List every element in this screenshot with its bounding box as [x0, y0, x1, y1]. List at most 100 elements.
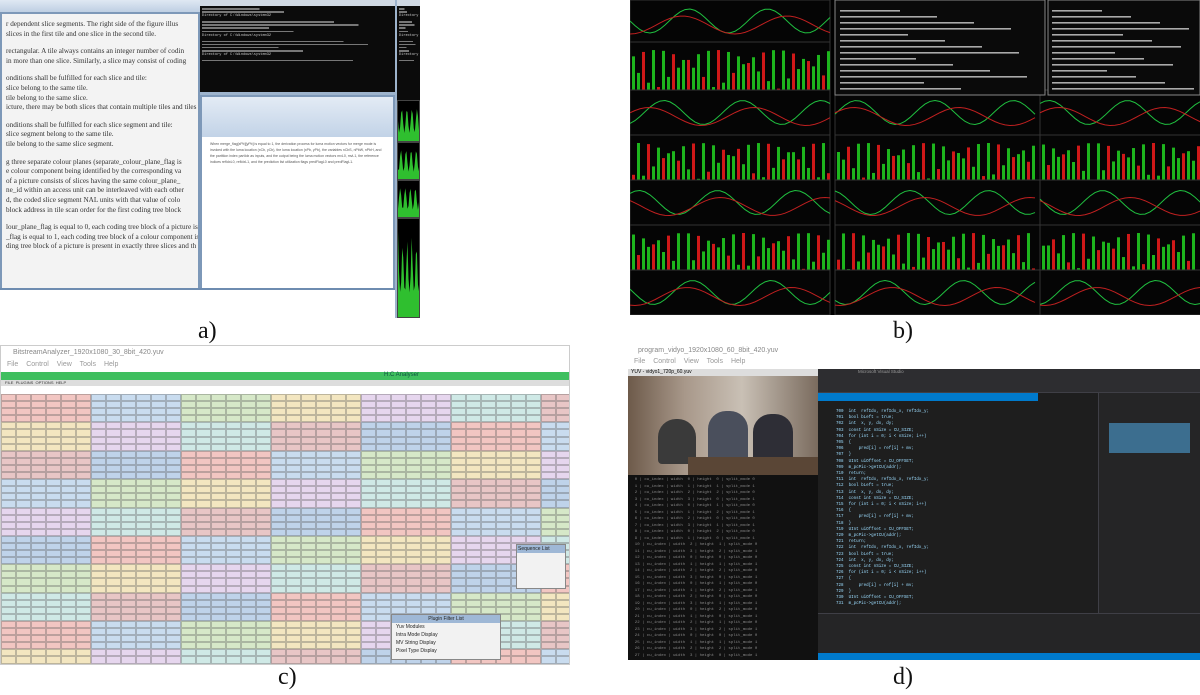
- menu-tools[interactable]: Tools: [707, 358, 723, 365]
- coding-unit-cell: [121, 642, 136, 650]
- coding-unit-cell: [256, 514, 271, 522]
- coding-unit-cell: [451, 422, 466, 430]
- volume-bar: [1057, 253, 1060, 270]
- submenu-file[interactable]: FILE: [5, 380, 13, 385]
- menu-control[interactable]: Control: [26, 361, 49, 368]
- coding-unit-cell: [481, 486, 496, 494]
- menu-view[interactable]: View: [684, 358, 699, 365]
- coding-unit-cell: [211, 542, 226, 551]
- coding-unit-cell: [391, 500, 406, 508]
- coding-unit-cell: [256, 613, 271, 621]
- coding-unit-cell: [421, 606, 436, 614]
- plugin-item[interactable]: MV String Display: [392, 639, 500, 647]
- coding-unit-cell: [106, 464, 121, 473]
- code-editor: 700 int refIdx, refIdx_x, refIdx_y; 701 …: [836, 410, 929, 607]
- coding-unit-cell: [331, 613, 346, 621]
- submenu-options[interactable]: OPTIONS: [35, 380, 53, 385]
- menu-tools[interactable]: Tools: [80, 361, 96, 368]
- coding-unit-cell: [181, 564, 196, 572]
- coding-unit-cell: [361, 394, 376, 402]
- coding-unit-cell: [76, 429, 91, 437]
- coding-unit-cell: [151, 408, 166, 416]
- coding-unit-cell: [16, 628, 31, 636]
- coding-unit-cell: [136, 401, 151, 409]
- coding-unit-cell: [391, 521, 406, 529]
- volume-bar: [792, 53, 795, 90]
- menu-help[interactable]: Help: [104, 361, 118, 368]
- coding-unit-cell: [496, 528, 511, 536]
- coding-unit-cell: [211, 642, 226, 650]
- coding-unit-cell: [106, 528, 121, 536]
- coding-unit-cell: [61, 542, 76, 551]
- plugin-item[interactable]: Yuv Modules: [392, 623, 500, 631]
- coding-unit-cell: [436, 585, 451, 593]
- coding-unit-cell: [106, 564, 121, 572]
- coding-unit-cell: [556, 649, 569, 657]
- coding-unit-cell: [526, 457, 541, 465]
- coding-unit-cell: [526, 394, 541, 402]
- coding-unit-cell: [376, 408, 391, 416]
- volume-bar: [997, 144, 1000, 180]
- plugin-item[interactable]: Pixel Type Display: [392, 647, 500, 655]
- chart-pane: [1039, 179, 1200, 226]
- volume-bar: [837, 151, 840, 180]
- coding-unit-cell: [61, 642, 76, 650]
- coding-unit-cell: [226, 486, 241, 494]
- coding-unit-cell: [466, 464, 481, 473]
- coding-unit-cell: [46, 571, 61, 579]
- coding-unit-cell: [241, 621, 256, 629]
- coding-unit-cell: [436, 542, 451, 551]
- volume-bar: [637, 143, 640, 180]
- coding-unit-cell: [31, 557, 46, 565]
- coding-unit-cell: [181, 486, 196, 494]
- volume-bar: [962, 158, 965, 180]
- coding-unit-cell: [166, 571, 181, 579]
- coding-unit-cell: [451, 571, 466, 579]
- coding-unit-cell: [211, 571, 226, 579]
- coding-unit-cell: [91, 514, 106, 522]
- coding-unit-cell: [76, 436, 91, 444]
- coding-unit-cell: [211, 528, 226, 536]
- coding-unit-cell: [181, 528, 196, 536]
- coding-unit-cell: [256, 394, 271, 402]
- console-line: [399, 8, 418, 10]
- coding-unit-cell: [31, 621, 46, 629]
- coding-unit-cell: [106, 557, 121, 565]
- coding-unit-cell: [76, 457, 91, 465]
- coding-unit-cell: [541, 472, 556, 480]
- coding-unit-cell: [391, 479, 406, 487]
- coding-unit-cell: [421, 436, 436, 444]
- menu-view[interactable]: View: [57, 361, 72, 368]
- coding-unit-cell: [376, 521, 391, 529]
- coding-unit-cell: [391, 578, 406, 586]
- coding-unit-cell: [301, 571, 316, 579]
- menu-file[interactable]: File: [7, 361, 18, 368]
- coding-unit-cell: [421, 592, 436, 600]
- volume-bar: [992, 239, 995, 270]
- volume-bar: [972, 166, 975, 180]
- volume-bar: [1012, 157, 1015, 180]
- submenu-help[interactable]: HELP: [56, 380, 66, 385]
- console-line: [840, 76, 1027, 78]
- editor-tab[interactable]: [818, 393, 1038, 401]
- coding-unit-cell: [406, 599, 421, 607]
- coding-unit-cell: [361, 443, 376, 451]
- console-line: Directory of C:\Windows\system32: [399, 53, 420, 58]
- volume-bar: [1127, 233, 1130, 270]
- coding-unit-cell: [136, 493, 151, 501]
- console-line: [1052, 70, 1107, 72]
- volume-bar: [1112, 161, 1115, 180]
- volume-bar: [1072, 162, 1075, 180]
- submenu-plugins[interactable]: PLUGINS: [16, 380, 34, 385]
- coding-unit-cell: [241, 656, 256, 664]
- coding-unit-cell: [301, 613, 316, 621]
- coding-unit-cell: [46, 408, 61, 416]
- menu-control[interactable]: Control: [653, 358, 676, 365]
- menu-help[interactable]: Help: [731, 358, 745, 365]
- coding-unit-cell: [391, 606, 406, 614]
- coding-unit-cell: [286, 408, 301, 416]
- coding-unit-cell: [16, 507, 31, 515]
- coding-unit-cell: [106, 479, 121, 487]
- menu-file[interactable]: File: [634, 358, 645, 365]
- plugin-item[interactable]: Intra Mode Display: [392, 631, 500, 639]
